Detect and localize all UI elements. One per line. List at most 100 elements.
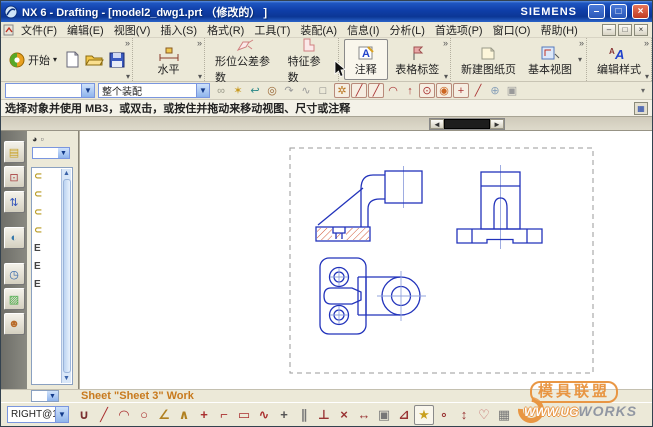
panel-list-item[interactable]: E bbox=[34, 261, 42, 272]
view-selector-combo[interactable]: RIGHT@1 ▼ bbox=[7, 406, 69, 423]
snap-solid-icon[interactable]: ▣ bbox=[504, 83, 520, 98]
snap-midpoint-icon[interactable]: ╱ bbox=[368, 83, 384, 98]
menu-item[interactable]: 窗口(O) bbox=[488, 22, 536, 38]
scroll-right-icon[interactable]: ► bbox=[490, 119, 504, 129]
more-caret[interactable]: ▾ bbox=[645, 73, 649, 81]
highlight-star-icon[interactable]: ✶ bbox=[230, 83, 246, 98]
horizontal-scrollbar[interactable]: ◄ ► bbox=[429, 118, 505, 130]
tab-constraint-navigator[interactable]: ⊡ bbox=[3, 166, 25, 188]
fillet-icon[interactable]: ∠ bbox=[154, 405, 174, 425]
trim-icon[interactable]: × bbox=[334, 405, 354, 425]
perpendicular-constraint-icon[interactable]: ⊥ bbox=[314, 405, 334, 425]
rotate-curve-icon[interactable]: ↷ bbox=[281, 83, 297, 98]
snap-intersection-icon[interactable]: + bbox=[453, 83, 469, 98]
horizontal-dimension-button[interactable]: 水平 bbox=[147, 39, 191, 80]
undo-arrow-icon[interactable]: ↩ bbox=[247, 83, 263, 98]
point-on-curve-icon[interactable]: + bbox=[194, 405, 214, 425]
blob-icon[interactable]: ♡ bbox=[474, 405, 494, 425]
overflow-chevron[interactable]: » bbox=[125, 39, 130, 48]
save-icon[interactable] bbox=[109, 52, 125, 68]
snap-arrow-icon[interactable]: ↑ bbox=[402, 83, 418, 98]
overflow-chevron[interactable]: » bbox=[644, 39, 649, 48]
dialog-rail-icon[interactable]: ▦ bbox=[634, 101, 648, 115]
menu-item[interactable]: 首选项(P) bbox=[430, 22, 488, 38]
mdi-restore-button[interactable]: □ bbox=[618, 23, 632, 36]
gdt-parameters-button[interactable]: 形位公差参数 bbox=[209, 31, 282, 88]
panel-scrollbar[interactable]: ▲ ▼ bbox=[61, 169, 71, 383]
line-icon[interactable]: ╱ bbox=[94, 405, 114, 425]
type-filter-combo[interactable]: ▼ bbox=[5, 83, 95, 98]
side-view[interactable] bbox=[456, 165, 543, 249]
update-dim-icon[interactable]: ↕ bbox=[454, 405, 474, 425]
menu-item[interactable]: 编辑(E) bbox=[62, 22, 109, 38]
base-view-caret-icon[interactable]: ▾ bbox=[578, 55, 582, 64]
tab-palette[interactable]: ▨ bbox=[3, 288, 25, 310]
offset-icon[interactable]: ∘ bbox=[434, 405, 454, 425]
panel-scroll-down-icon[interactable]: ▼ bbox=[63, 374, 70, 383]
arc-icon[interactable]: ◠ bbox=[114, 405, 134, 425]
panel-list-item[interactable]: ⊂ bbox=[34, 171, 42, 182]
panel-combo-caret-icon[interactable]: ▼ bbox=[58, 148, 69, 158]
panel-scroll-up-icon[interactable]: ▲ bbox=[63, 169, 70, 178]
mdi-minimize-button[interactable]: – bbox=[602, 23, 616, 36]
scroll-thumb[interactable] bbox=[444, 119, 490, 129]
link-icon[interactable]: ∞ bbox=[213, 83, 229, 98]
graphics-window[interactable] bbox=[79, 131, 652, 389]
point-icon[interactable]: + bbox=[274, 405, 294, 425]
front-view[interactable] bbox=[315, 166, 423, 242]
menu-item[interactable]: 信息(I) bbox=[342, 22, 384, 38]
more-caret[interactable]: ▾ bbox=[444, 73, 448, 81]
table-label-button[interactable]: 表格标签 bbox=[389, 39, 445, 80]
overflow-chevron[interactable]: » bbox=[197, 39, 202, 48]
tab-reuse-library[interactable]: ◐ bbox=[3, 227, 25, 249]
snap-rotate-icon[interactable]: ⊕ bbox=[487, 83, 503, 98]
panel-list-item[interactable]: ⊂ bbox=[34, 207, 42, 218]
tab-history[interactable]: ◷ bbox=[3, 263, 25, 285]
profile-icon[interactable]: ∪ bbox=[74, 405, 94, 425]
corner-icon[interactable]: ⌐ bbox=[214, 405, 234, 425]
studio-spline-icon[interactable]: ∿ bbox=[254, 405, 274, 425]
new-file-icon[interactable] bbox=[65, 51, 80, 68]
annotation-button[interactable]: A 注释 bbox=[343, 39, 388, 80]
selbar-overflow-caret[interactable]: ▾ bbox=[641, 86, 648, 95]
tab-assembly-navigator[interactable]: ▤ bbox=[3, 141, 25, 163]
base-view-button[interactable]: 基本视图 bbox=[522, 39, 578, 80]
overflow-chevron[interactable]: » bbox=[579, 39, 584, 48]
snap-scatter-icon[interactable]: ✲ bbox=[334, 83, 350, 98]
panel-mini-combo[interactable]: ▼ bbox=[32, 147, 70, 159]
panel-list-item[interactable]: ⊂ bbox=[34, 189, 42, 200]
start-button[interactable]: 开始 ▾ bbox=[5, 50, 61, 70]
triangle-constraint-icon[interactable]: ⊿ bbox=[394, 405, 414, 425]
selection-scope-combo[interactable]: 整个装配 ▼ bbox=[98, 83, 210, 98]
snap-curve-icon[interactable]: ◠ bbox=[385, 83, 401, 98]
view-selector-caret-icon[interactable]: ▼ bbox=[55, 407, 68, 422]
scroll-left-icon[interactable]: ◄ bbox=[430, 119, 444, 129]
pen-icon[interactable]: ◕ bbox=[32, 134, 37, 144]
mdi-close-button[interactable]: × bbox=[634, 23, 648, 36]
new-sheet-button[interactable]: 新建图纸页 bbox=[455, 39, 522, 80]
selection-scope-caret-icon[interactable]: ▼ bbox=[196, 84, 209, 97]
maximize-button[interactable]: □ bbox=[610, 4, 627, 19]
edit-style-button[interactable]: A A 编辑样式 bbox=[591, 39, 647, 80]
menu-item[interactable]: 分析(L) bbox=[384, 22, 429, 38]
rectangle-icon[interactable]: ▭ bbox=[234, 405, 254, 425]
menu-item[interactable]: 视图(V) bbox=[109, 22, 156, 38]
circle-icon[interactable]: ○ bbox=[134, 405, 154, 425]
pin-icon[interactable]: ▫ bbox=[40, 134, 43, 144]
wand-icon[interactable]: ★ bbox=[414, 404, 434, 425]
eye-icon[interactable]: ◎ bbox=[264, 83, 280, 98]
layout-icon[interactable]: ▦ bbox=[494, 405, 514, 425]
chamfer-icon[interactable]: ∧ bbox=[174, 405, 194, 425]
more-caret[interactable]: ▾ bbox=[126, 73, 130, 81]
more-caret[interactable]: ▾ bbox=[198, 73, 202, 81]
feature-parameters-button[interactable]: 特征参数 bbox=[282, 31, 334, 88]
panel-scroll-thumb[interactable] bbox=[62, 179, 71, 373]
panel-list-item[interactable]: E bbox=[34, 243, 42, 254]
wave-icon[interactable]: ∿ bbox=[298, 83, 314, 98]
panel-list-item[interactable]: ⊂ bbox=[34, 225, 42, 236]
parallel-constraint-icon[interactable]: ∥ bbox=[294, 405, 314, 425]
menu-item[interactable]: 帮助(H) bbox=[535, 22, 582, 38]
type-filter-caret-icon[interactable]: ▼ bbox=[81, 84, 94, 97]
extend-icon[interactable]: ↔ bbox=[354, 405, 374, 425]
panel-list-item[interactable]: E bbox=[34, 279, 42, 290]
